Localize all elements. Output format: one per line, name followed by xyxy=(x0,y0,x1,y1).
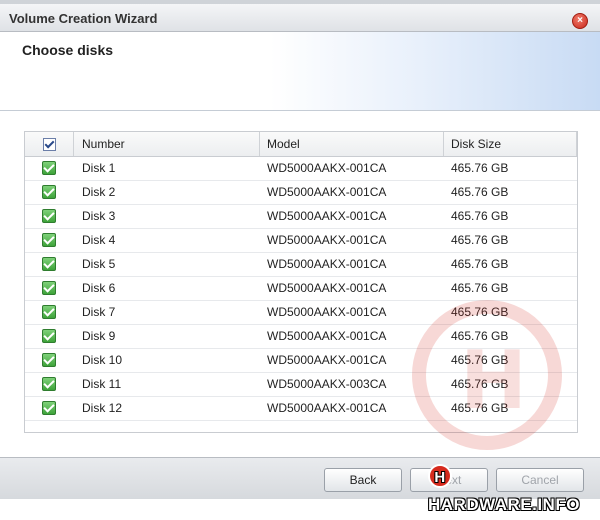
cell-number: Disk 3 xyxy=(82,209,116,223)
column-header-model[interactable]: Model xyxy=(267,132,300,156)
wizard-header: Choose disks xyxy=(0,32,600,111)
window-title: Volume Creation Wizard xyxy=(9,11,158,26)
row-checkbox[interactable] xyxy=(42,353,56,367)
cell-disk-size: 465.76 GB xyxy=(451,161,509,175)
table-row[interactable]: Disk 3 WD5000AAKX-001CA 465.76 GB xyxy=(25,204,577,229)
cell-number: Disk 1 xyxy=(82,161,116,175)
row-checkbox[interactable] xyxy=(42,281,56,295)
table-row[interactable]: Disk 5 WD5000AAKX-001CA 465.76 GB xyxy=(25,252,577,277)
cell-disk-size: 465.76 GB xyxy=(451,233,509,247)
table-row[interactable]: Disk 2 WD5000AAKX-001CA 465.76 GB xyxy=(25,180,577,205)
row-checkbox[interactable] xyxy=(42,185,56,199)
row-checkbox[interactable] xyxy=(42,305,56,319)
close-icon[interactable]: × xyxy=(572,13,588,29)
column-header-number[interactable]: Number xyxy=(82,132,125,156)
row-checkbox[interactable] xyxy=(42,161,56,175)
cell-number: Disk 6 xyxy=(82,281,116,295)
table-row[interactable]: Disk 4 WD5000AAKX-001CA 465.76 GB xyxy=(25,228,577,253)
cell-model: WD5000AAKX-001CA xyxy=(267,305,387,319)
cell-number: Disk 12 xyxy=(82,401,123,415)
row-checkbox[interactable] xyxy=(42,233,56,247)
page-title: Choose disks xyxy=(22,42,114,58)
watermark-letter: H xyxy=(460,334,527,427)
watermark-logo: H xyxy=(412,300,562,450)
cell-model: WD5000AAKX-003CA xyxy=(267,377,387,391)
column-separator[interactable] xyxy=(443,132,444,156)
hardware-info-logo: HHARDWARE.INFO xyxy=(424,460,600,514)
cell-number: Disk 9 xyxy=(82,329,116,343)
cell-model: WD5000AAKX-001CA xyxy=(267,401,387,415)
table-header: Number Model Disk Size xyxy=(25,132,577,157)
cell-disk-size: 465.76 GB xyxy=(451,209,509,223)
column-header-disk-size[interactable]: Disk Size xyxy=(451,132,501,156)
cell-disk-size: 465.76 GB xyxy=(451,281,509,295)
cell-model: WD5000AAKX-001CA xyxy=(267,353,387,367)
cell-number: Disk 2 xyxy=(82,185,116,199)
row-checkbox[interactable] xyxy=(42,377,56,391)
cell-model: WD5000AAKX-001CA xyxy=(267,257,387,271)
back-button[interactable]: Back xyxy=(324,468,402,492)
table-row[interactable]: Disk 6 WD5000AAKX-001CA 465.76 GB xyxy=(25,276,577,301)
cell-number: Disk 11 xyxy=(82,377,122,391)
cell-number: Disk 7 xyxy=(82,305,116,319)
row-checkbox[interactable] xyxy=(42,329,56,343)
cell-disk-size: 465.76 GB xyxy=(451,257,509,271)
cell-model: WD5000AAKX-001CA xyxy=(267,281,387,295)
cell-number: Disk 10 xyxy=(82,353,123,367)
row-checkbox[interactable] xyxy=(42,257,56,271)
cell-model: WD5000AAKX-001CA xyxy=(267,209,387,223)
table-row[interactable]: Disk 1 WD5000AAKX-001CA 465.76 GB xyxy=(25,156,577,181)
cell-model: WD5000AAKX-001CA xyxy=(267,161,387,175)
column-separator[interactable] xyxy=(259,132,260,156)
cell-number: Disk 4 xyxy=(82,233,116,247)
cell-model: WD5000AAKX-001CA xyxy=(267,329,387,343)
row-checkbox[interactable] xyxy=(42,401,56,415)
logo-letter: H xyxy=(428,463,452,488)
cell-model: WD5000AAKX-001CA xyxy=(267,233,387,247)
title-bar: Volume Creation Wizard × xyxy=(0,4,600,32)
cell-model: WD5000AAKX-001CA xyxy=(267,185,387,199)
cell-number: Disk 5 xyxy=(82,257,116,271)
column-separator[interactable] xyxy=(73,132,74,156)
column-separator xyxy=(576,132,577,156)
row-checkbox[interactable] xyxy=(42,209,56,223)
cell-disk-size: 465.76 GB xyxy=(451,185,509,199)
select-all-checkbox[interactable] xyxy=(43,138,56,151)
